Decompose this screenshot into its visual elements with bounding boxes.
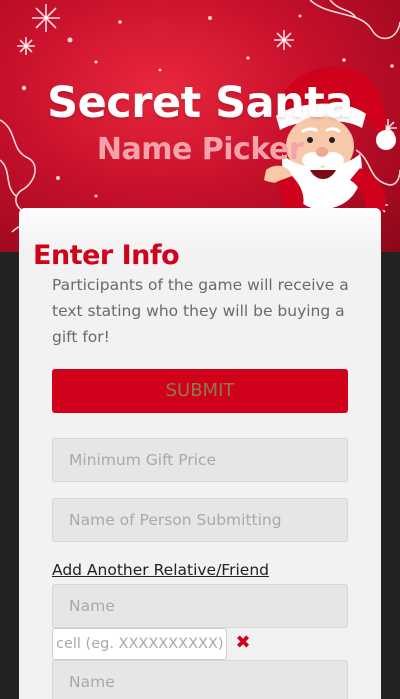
next-participant-name-input[interactable] (52, 660, 348, 699)
minimum-gift-price-input[interactable] (52, 438, 348, 482)
submit-button[interactable]: SUBMIT (52, 369, 348, 413)
participant-name-input[interactable] (52, 584, 348, 628)
hero-subtitle: Name Picker (96, 132, 304, 167)
form-heading: Enter Info (33, 240, 180, 271)
add-relative-link[interactable]: Add Another Relative/Friend (52, 561, 269, 579)
hero-title: Secret Santa (47, 78, 353, 128)
participant-cell-input[interactable] (52, 628, 227, 660)
remove-participant-icon[interactable]: ✖ (234, 632, 252, 654)
form-description: Participants of the game will receive a … (52, 276, 349, 346)
submitter-name-input[interactable] (52, 498, 348, 542)
